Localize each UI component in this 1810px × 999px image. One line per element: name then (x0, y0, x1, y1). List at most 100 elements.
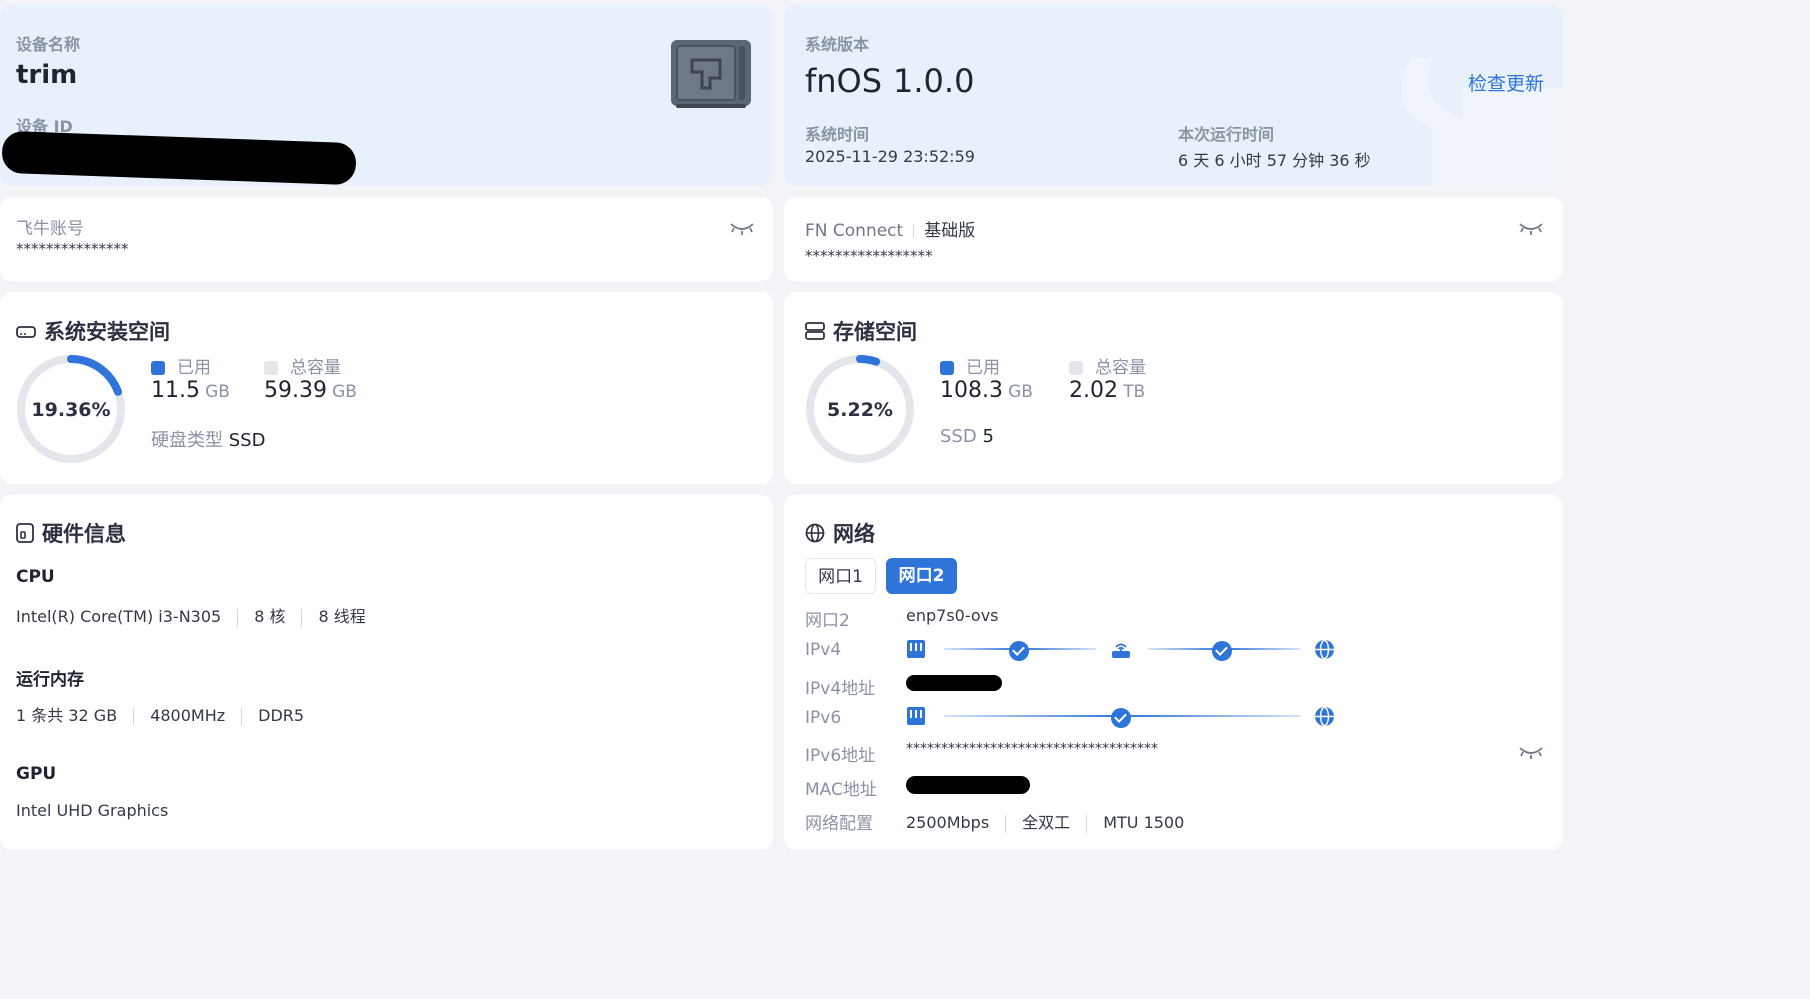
total-value: 59.39 (264, 378, 327, 403)
account-card: 飞牛账号 *************** (0, 197, 773, 281)
ipv4-check-icon-2 (1212, 641, 1232, 661)
os-name: fnOS (805, 62, 883, 100)
eye-closed-icon[interactable] (1518, 222, 1544, 236)
mac-address-redacted (906, 776, 1030, 794)
ipv6-label: IPv6 (805, 708, 842, 728)
internet-globe-icon (1315, 706, 1334, 727)
used-value: 108.3 (940, 378, 1003, 403)
uptime: 6 天 6 小时 57 分钟 36 秒 (1178, 151, 1371, 170)
legend-total-label: 总容量 (290, 358, 341, 378)
nas-device-icon (671, 40, 751, 108)
hardware-title-text: 硬件信息 (42, 522, 126, 546)
system-space-total: 59.39 GB (264, 378, 357, 403)
legend-used-swatch (151, 361, 165, 375)
hardware-title: 硬件信息 (16, 518, 126, 548)
os-version: 1.0.0 (893, 62, 975, 100)
hard-drive-icon (16, 326, 36, 338)
ipv4-label: IPv4 (805, 640, 842, 660)
ipv6-check-icon (1111, 708, 1131, 728)
account-label: 飞牛账号 (16, 219, 84, 239)
ssd-label: SSD (940, 426, 977, 447)
network-title-text: 网络 (833, 522, 875, 546)
legend-used-swatch (940, 361, 954, 375)
used-value: 11.5 (151, 378, 200, 403)
disk-type: 硬盘类型 SSD (151, 426, 265, 452)
device-name: trim (16, 60, 78, 90)
total-value: 2.02 (1069, 378, 1118, 403)
mac-address-label: MAC地址 (805, 780, 877, 800)
tab-port-1[interactable]: 网口1 (805, 558, 876, 594)
storage-title-text: 存储空间 (833, 320, 917, 344)
network-config: 2500Mbps 全双工 MTU 1500 (906, 809, 1184, 833)
globe-icon (805, 523, 825, 543)
legend-total-label: 总容量 (1095, 358, 1146, 378)
tab-port-2[interactable]: 网口2 (886, 558, 957, 594)
device-name-label: 设备名称 (16, 35, 81, 54)
memory-type: DDR5 (258, 706, 305, 725)
system-space-used-legend: 已用 (151, 353, 211, 378)
system-time-label: 系统时间 (805, 125, 870, 144)
cpu-model: Intel(R) Core(TM) i3-N305 (16, 607, 222, 626)
used-unit: GB (205, 382, 230, 402)
ipv4-check-icon-1 (1009, 641, 1029, 661)
system-space-total-legend: 总容量 (264, 353, 341, 378)
eye-closed-icon[interactable] (1518, 746, 1544, 760)
check-update-link[interactable]: 检查更新 (1468, 69, 1544, 96)
fn-connect-value: ***************** (805, 247, 933, 265)
account-value: *************** (16, 240, 129, 258)
internet-globe-icon (1315, 639, 1334, 660)
memory-size: 1 条共 32 GB (16, 706, 118, 725)
system-space-percent: 19.36% (31, 399, 111, 421)
storage-percent: 5.22% (827, 399, 893, 421)
total-unit: TB (1123, 382, 1146, 402)
ssd-count: SSD 5 (940, 426, 994, 447)
gpu-model: Intel UHD Graphics (16, 801, 169, 820)
cpu-label: CPU (16, 567, 55, 587)
version-label: 系统版本 (805, 35, 870, 54)
storage-title: 存储空间 (805, 316, 917, 346)
network-title: 网络 (805, 518, 875, 548)
disk-type-label: 硬盘类型 (151, 430, 223, 451)
ipv4-address-label: IPv4地址 (805, 679, 876, 699)
legend-used-label: 已用 (966, 358, 1000, 378)
fn-connect-tier: 基础版 (924, 221, 976, 241)
ipv6-address-label: IPv6地址 (805, 746, 876, 766)
system-space-title-text: 系统安装空间 (44, 320, 170, 344)
cpu-info: Intel(R) Core(TM) i3-N305 8 核 8 线程 (16, 603, 366, 627)
storage-used: 108.3 GB (940, 378, 1033, 403)
legend-used-label: 已用 (177, 358, 211, 378)
ssd-count-value: 5 (982, 426, 994, 447)
total-unit: GB (332, 382, 357, 402)
device-card: 设备名称 trim 设备 ID (0, 4, 773, 186)
memory-label: 运行内存 (16, 670, 84, 690)
legend-total-swatch (1069, 361, 1083, 375)
storage-total: 2.02 TB (1069, 378, 1145, 403)
port-value: enp7s0-ovs (906, 606, 999, 625)
system-card: 系统版本 fnOS 1.0.0 检查更新 系统时间 2025-11-29 23:… (784, 4, 1563, 186)
system-space-title: 系统安装空间 (16, 316, 170, 346)
ethernet-port-icon (907, 640, 925, 658)
used-unit: GB (1008, 382, 1033, 402)
ipv6-address: ************************************ (906, 741, 1158, 757)
network-config-label: 网络配置 (805, 814, 873, 834)
storage-total-legend: 总容量 (1069, 353, 1146, 378)
eye-closed-icon[interactable] (729, 222, 755, 236)
system-space-used: 11.5 GB (151, 378, 230, 403)
storage-icon (805, 322, 825, 340)
device-id-redacted (1, 130, 357, 186)
memory-frequency: 4800MHz (150, 706, 226, 725)
fn-connect-card: FN Connect 基础版 ***************** (784, 197, 1563, 281)
mtu: MTU 1500 (1103, 813, 1185, 832)
cpu-threads: 8 线程 (318, 607, 366, 626)
memory-info: 1 条共 32 GB 4800MHz DDR5 (16, 702, 304, 726)
disk-type-value: SSD (228, 430, 266, 451)
storage-used-legend: 已用 (940, 353, 1000, 378)
ethernet-port-icon (907, 707, 925, 725)
fn-connect-label: FN Connect 基础版 (805, 216, 975, 241)
system-space-card: 系统安装空间 19.36% 已用 总容量 11.5 GB 59.39 GB 硬盘… (0, 292, 773, 484)
uptime-label: 本次运行时间 (1178, 125, 1275, 144)
storage-card: 存储空间 5.22% 已用 总容量 108.3 GB 2.02 TB SSD 5 (784, 292, 1563, 484)
port-label: 网口2 (805, 611, 850, 631)
link-speed: 2500Mbps (906, 813, 990, 832)
system-time: 2025-11-29 23:52:59 (805, 147, 975, 166)
